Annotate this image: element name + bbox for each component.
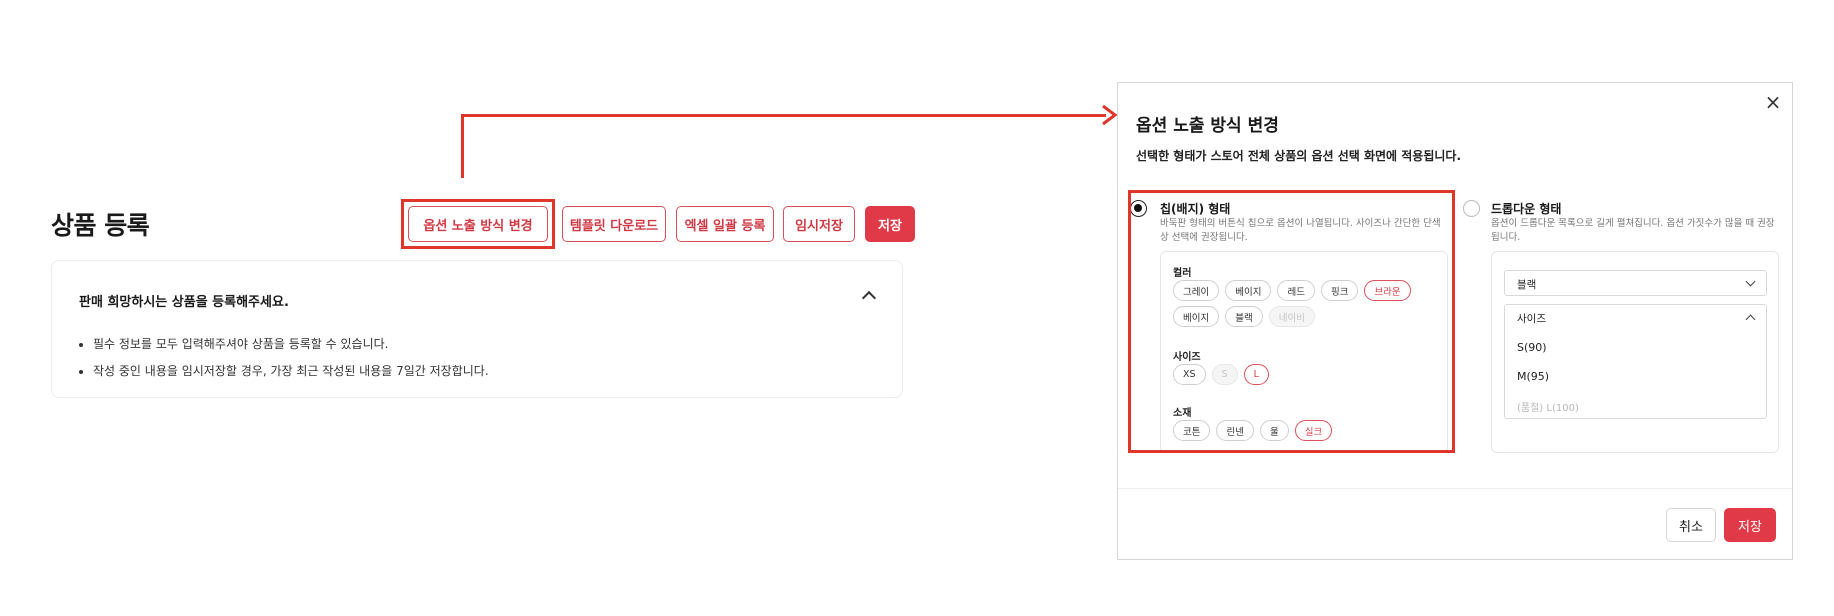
excel-upload-button[interactable]: 엑셀 일괄 등록 — [676, 206, 774, 242]
footer-divider — [1118, 488, 1792, 489]
modal-subtitle: 선택한 형태가 스토어 전체 상품의 옵션 선택 화면에 적용됩니다. — [1136, 149, 1462, 163]
notice-panel: 판매 희망하시는 상품을 등록해주세요. 필수 정보를 모두 입력해주셔야 상품… — [51, 260, 903, 398]
modal-title: 옵션 노출 방식 변경 — [1136, 116, 1279, 136]
close-icon[interactable]: × — [1764, 92, 1782, 112]
save-button[interactable]: 저장 — [865, 206, 915, 242]
notice-list: 필수 정보를 모두 입력해주셔야 상품을 등록할 수 있습니다. 작성 중인 내… — [79, 335, 489, 389]
dropdown-item[interactable]: M(95) — [1517, 370, 1549, 383]
size-dropdown-label: 사이즈 — [1517, 313, 1546, 325]
color-dropdown-value: 블랙 — [1517, 279, 1537, 291]
arrow-head-icon — [1102, 104, 1118, 126]
notice-item: 작성 중인 내용을 임시저장할 경우, 가장 최근 작성된 내용을 7일간 저장… — [93, 362, 489, 379]
dropdown-preview-card: 블랙 사이즈 S(90) M(95) (품절) L(100) — [1491, 251, 1779, 453]
connector-line-horizontal — [461, 114, 1106, 117]
temp-save-button[interactable]: 임시저장 — [783, 206, 855, 242]
option-display-modal: × 옵션 노출 방식 변경 선택한 형태가 스토어 전체 상품의 옵션 선택 화… — [1117, 82, 1793, 560]
notice-item: 필수 정보를 모두 입력해주셔야 상품을 등록할 수 있습니다. — [93, 335, 489, 352]
dropdown-item-disabled: (품절) L(100) — [1517, 403, 1579, 414]
highlight-box-option-button — [401, 199, 555, 249]
template-download-button[interactable]: 템플릿 다운로드 — [562, 206, 666, 242]
chevron-up-icon — [1745, 314, 1756, 325]
connector-line-vertical — [461, 114, 464, 178]
highlight-box-chip-option — [1128, 190, 1455, 453]
color-dropdown[interactable]: 블랙 — [1504, 270, 1767, 296]
dropdown-option-radio[interactable] — [1463, 200, 1480, 217]
modal-save-button[interactable]: 저장 — [1724, 508, 1776, 542]
collapse-chevron-icon[interactable] — [861, 290, 877, 306]
dropdown-item[interactable]: S(90) — [1517, 341, 1547, 354]
chevron-down-icon — [1745, 276, 1756, 287]
page-title: 상품 등록 — [51, 211, 150, 240]
notice-title: 판매 희망하시는 상품을 등록해주세요. — [79, 295, 289, 310]
size-dropdown[interactable]: 사이즈 S(90) M(95) (품절) L(100) — [1504, 304, 1767, 419]
dropdown-option-title: 드롭다운 형태 — [1491, 202, 1562, 216]
dropdown-option-desc: 옵션이 드롭다운 목록으로 길게 펼쳐집니다. 옵션 가짓수가 많을 때 권장됩… — [1491, 218, 1775, 243]
cancel-button[interactable]: 취소 — [1666, 508, 1716, 542]
